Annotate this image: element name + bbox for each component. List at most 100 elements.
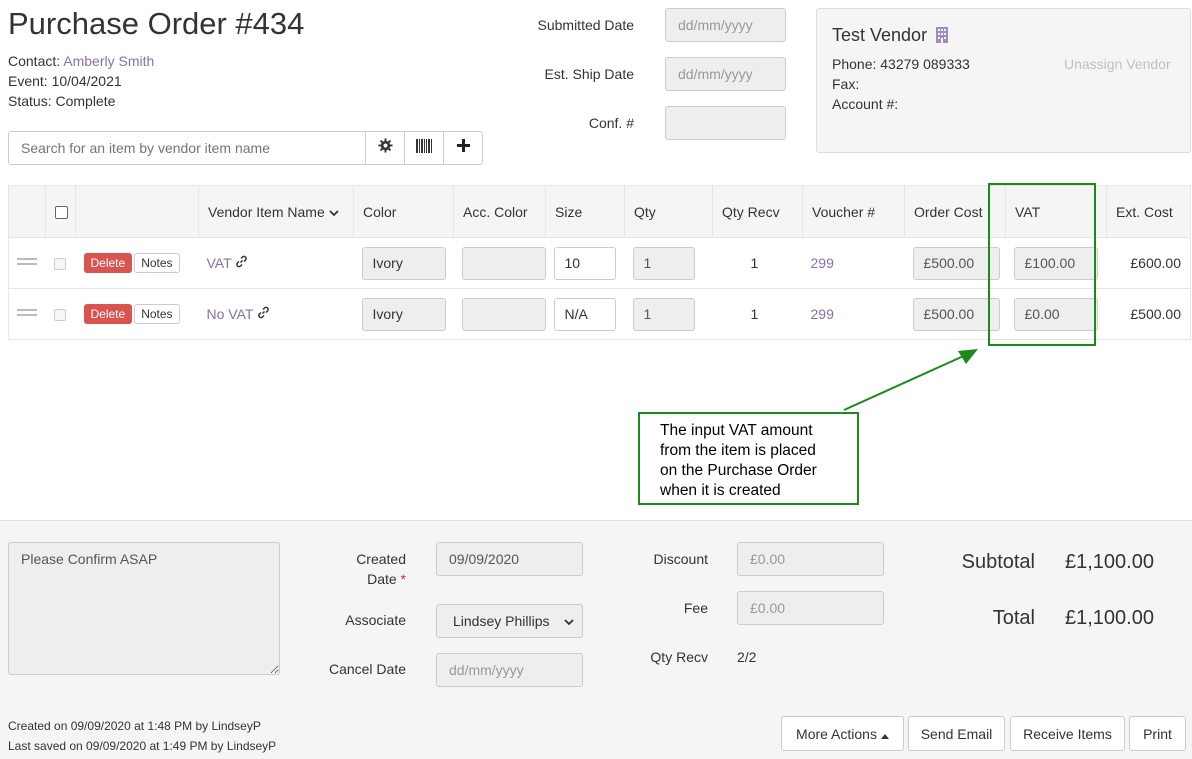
caret-up-icon bbox=[880, 726, 889, 742]
ext-cost-value: £600.00 bbox=[1106, 237, 1191, 289]
annotation-arrow bbox=[843, 349, 978, 411]
drag-handle[interactable] bbox=[8, 237, 46, 289]
created-date-label-line2: Date * bbox=[367, 571, 406, 587]
vendor-account: Account #: bbox=[832, 96, 899, 112]
chevron-down-icon bbox=[564, 613, 574, 629]
cancel-date-label: Cancel Date bbox=[328, 661, 406, 677]
size-input[interactable]: N/A bbox=[553, 297, 616, 331]
vendor-phone: Phone: 43279 089333 bbox=[832, 56, 970, 72]
acc-color-input[interactable] bbox=[461, 246, 546, 280]
contact-link[interactable]: Amberly Smith bbox=[63, 53, 154, 69]
drag-handle-icon bbox=[17, 255, 37, 268]
subtotal-value: £1,100.00 bbox=[1065, 551, 1154, 573]
submitted-date-label: Submitted Date bbox=[537, 17, 635, 33]
last-saved-text: Last saved on 09/09/2020 at 1:49 PM by L… bbox=[8, 739, 277, 753]
barcode-icon bbox=[416, 138, 432, 158]
barcode-button[interactable] bbox=[404, 132, 443, 164]
page-title: Purchase Order #434 bbox=[8, 6, 305, 41]
notes-button[interactable]: Notes bbox=[134, 304, 180, 324]
building-icon[interactable] bbox=[935, 26, 949, 48]
status-line: Status: Complete bbox=[8, 93, 116, 109]
subtotal-label: Subtotal bbox=[961, 551, 1035, 573]
actions-column-header bbox=[75, 185, 199, 238]
print-button[interactable]: Print bbox=[1129, 716, 1186, 751]
vendor-fax: Fax: bbox=[832, 76, 860, 92]
item-name-link[interactable]: VAT bbox=[207, 255, 232, 271]
column-header-color: Color bbox=[353, 185, 454, 238]
submitted-date-input[interactable]: dd/mm/yyyy bbox=[665, 8, 786, 42]
delete-button[interactable]: Delete bbox=[83, 304, 133, 324]
conf-number-input[interactable] bbox=[665, 106, 786, 140]
order-notes-textarea[interactable]: Please Confirm ASAP bbox=[8, 542, 280, 675]
item-search-input[interactable] bbox=[9, 132, 365, 164]
link-icon[interactable] bbox=[235, 255, 248, 271]
ship-date-label: Est. Ship Date bbox=[544, 66, 635, 82]
row-checkbox[interactable] bbox=[53, 309, 66, 322]
item-name-link[interactable]: No VAT bbox=[207, 306, 254, 322]
color-input[interactable]: Ivory bbox=[361, 297, 446, 331]
row-actions-cell: Delete Notes bbox=[75, 237, 199, 289]
created-on-text: Created on 09/09/2020 at 1:48 PM by Lind… bbox=[8, 719, 261, 733]
voucher-link[interactable]: 299 bbox=[811, 306, 834, 322]
delete-button[interactable]: Delete bbox=[83, 253, 133, 273]
row-select-cell bbox=[45, 237, 76, 289]
total-value: £1,100.00 bbox=[1065, 607, 1154, 629]
more-actions-button[interactable]: More Actions bbox=[781, 716, 904, 751]
size-input[interactable]: 10 bbox=[553, 246, 616, 280]
drag-column-header bbox=[8, 185, 46, 238]
fee-input[interactable]: £0.00 bbox=[737, 591, 884, 625]
notes-button[interactable]: Notes bbox=[134, 253, 180, 273]
settings-button[interactable] bbox=[365, 132, 404, 164]
required-mark: * bbox=[400, 571, 406, 587]
column-header-vendor-item-name[interactable]: Vendor Item Name bbox=[198, 185, 354, 238]
qty-recv-label: Qty Recv bbox=[650, 649, 708, 665]
column-header-qty: Qty bbox=[624, 185, 713, 238]
column-header-voucher: Voucher # bbox=[802, 185, 905, 238]
qty-input[interactable]: 1 bbox=[632, 246, 695, 280]
ext-cost-value: £500.00 bbox=[1106, 288, 1191, 340]
discount-input[interactable]: £0.00 bbox=[737, 542, 884, 576]
ship-date-input[interactable]: dd/mm/yyyy bbox=[665, 57, 786, 91]
associate-select[interactable]: Lindsey Phillips bbox=[436, 604, 583, 638]
associate-label: Associate bbox=[345, 612, 406, 628]
discount-label: Discount bbox=[653, 551, 708, 567]
conf-number-label: Conf. # bbox=[588, 115, 634, 131]
select-all-checkbox[interactable] bbox=[55, 206, 68, 220]
select-all-cell bbox=[45, 185, 76, 238]
qty-recv-value: 1 bbox=[712, 237, 803, 289]
gear-icon bbox=[377, 138, 393, 158]
order-cost-input[interactable]: £500.00 bbox=[912, 246, 1000, 280]
voucher-link[interactable]: 299 bbox=[811, 255, 834, 271]
item-name-cell: VAT bbox=[198, 237, 354, 289]
row-checkbox[interactable] bbox=[53, 258, 66, 271]
send-email-button[interactable]: Send Email bbox=[908, 716, 1005, 751]
fee-label: Fee bbox=[683, 600, 708, 616]
cancel-date-input[interactable]: dd/mm/yyyy bbox=[436, 653, 583, 687]
column-header-acc-color: Acc. Color bbox=[453, 185, 546, 238]
column-header-ext-cost: Ext. Cost bbox=[1106, 185, 1191, 238]
add-item-button[interactable] bbox=[443, 132, 482, 164]
chevron-down-icon bbox=[328, 204, 339, 220]
drag-handle[interactable] bbox=[8, 288, 46, 340]
contact-line: Contact: Amberly Smith bbox=[8, 53, 154, 69]
acc-color-input[interactable] bbox=[461, 297, 546, 331]
link-icon[interactable] bbox=[257, 306, 270, 322]
receive-items-button[interactable]: Receive Items bbox=[1010, 716, 1125, 751]
qty-input[interactable]: 1 bbox=[632, 297, 695, 331]
row-select-cell bbox=[45, 288, 76, 340]
vendor-panel: Test Vendor Phone: 43279 089333 Fax: Acc… bbox=[816, 8, 1191, 153]
created-date-label: Created bbox=[356, 551, 406, 567]
drag-handle-icon bbox=[17, 306, 37, 319]
order-cost-input[interactable]: £500.00 bbox=[912, 297, 1000, 331]
vendor-name-line: Test Vendor bbox=[832, 25, 949, 48]
item-search-bar bbox=[8, 131, 483, 165]
unassign-vendor-link[interactable]: Unassign Vendor bbox=[1064, 56, 1171, 72]
color-input[interactable]: Ivory bbox=[361, 246, 446, 280]
column-header-qty-recv: Qty Recv bbox=[712, 185, 803, 238]
created-date-input[interactable]: 09/09/2020 bbox=[436, 542, 583, 576]
annotation-callout: The input VAT amount from the item is pl… bbox=[638, 412, 859, 505]
qty-recv-total: 2/2 bbox=[737, 649, 757, 665]
total-label: Total bbox=[992, 607, 1035, 629]
vendor-name: Test Vendor bbox=[832, 25, 928, 45]
contact-label: Contact: bbox=[8, 53, 64, 69]
